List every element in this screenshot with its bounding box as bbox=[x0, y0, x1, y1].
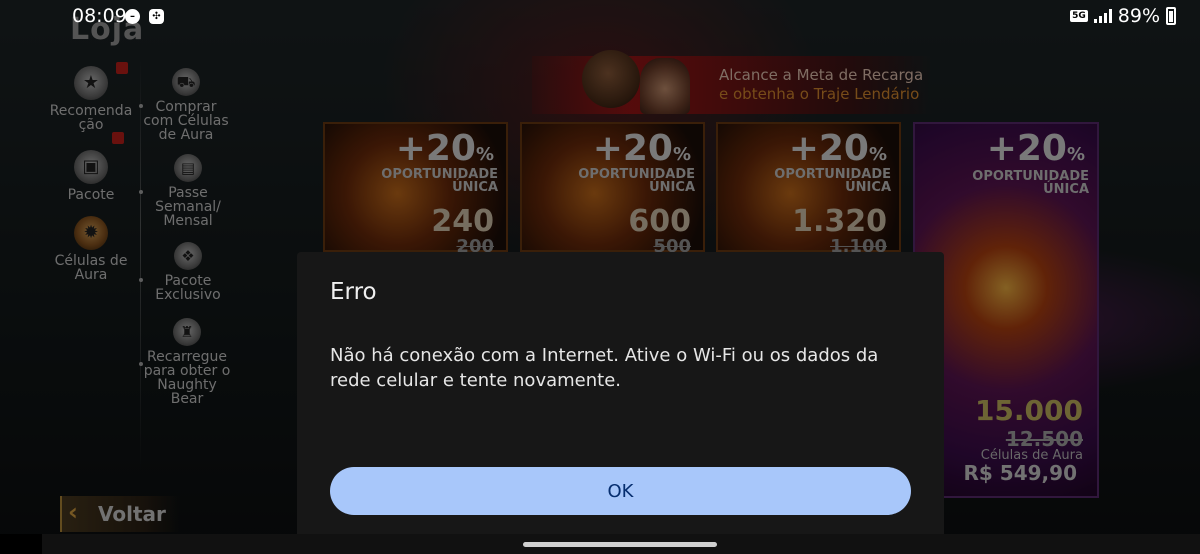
app-notification-icon: ✣ bbox=[149, 9, 164, 24]
error-dialog: Erro Não há conexão com a Internet. Ativ… bbox=[297, 252, 944, 554]
network-type: 5G bbox=[1070, 10, 1088, 22]
dialog-title: Erro bbox=[330, 279, 377, 305]
signal-icon bbox=[1093, 9, 1112, 23]
do-not-disturb-icon: – bbox=[125, 9, 140, 24]
battery-percent: 89% bbox=[1117, 5, 1160, 27]
battery-icon bbox=[1166, 7, 1176, 25]
status-time: 08:09 bbox=[72, 5, 127, 27]
navigation-bar-edge bbox=[0, 534, 42, 554]
gesture-handle[interactable] bbox=[523, 542, 717, 547]
status-bar: 08:09 – ✣ 5G 89% bbox=[0, 0, 1200, 32]
ok-button[interactable]: OK bbox=[330, 467, 911, 515]
dialog-message: Não há conexão com a Internet. Ative o W… bbox=[330, 345, 879, 391]
